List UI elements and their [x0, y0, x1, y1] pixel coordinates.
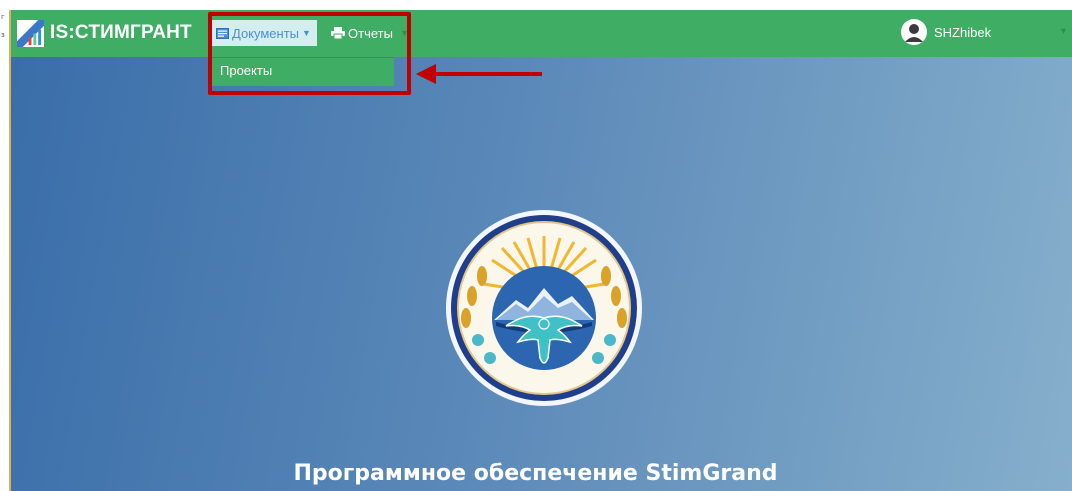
hero-title: Программное обеспечение StimGrand [293, 461, 778, 486]
state-emblem [446, 210, 642, 406]
user-menu[interactable]: SHZhibek [901, 19, 991, 45]
user-avatar-icon [901, 19, 927, 45]
username: SHZhibek [934, 24, 992, 40]
hero-banner: Программное обеспечение StimGrand [11, 57, 1072, 491]
stray-glyph: г [1, 13, 5, 21]
caret-down-icon[interactable]: ▼ [1059, 26, 1068, 36]
stray-glyph: з [1, 31, 5, 39]
brand[interactable]: IS:СТИМГРАНТ [17, 19, 192, 47]
brand-logo-icon [17, 19, 44, 47]
top-navbar: IS:СТИМГРАНТ Документы ▼ Отчеты ▼ SHZhib… [11, 10, 1072, 57]
annotation-arrow [416, 64, 542, 84]
brand-name: IS:СТИМГРАНТ [50, 22, 192, 43]
annotation-highlight-box [208, 12, 411, 95]
